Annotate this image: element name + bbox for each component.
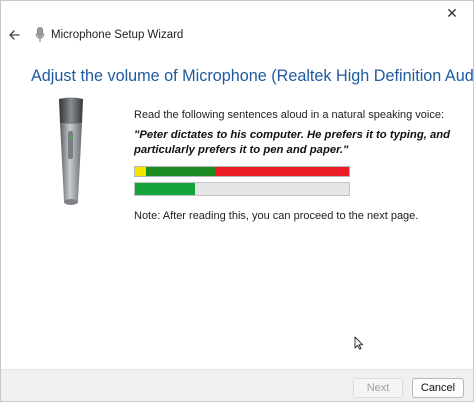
meter-zone-low	[135, 167, 146, 176]
back-button[interactable]	[7, 28, 21, 42]
meter-zone-ok	[145, 167, 217, 176]
volume-meter	[134, 166, 350, 177]
close-icon: ✕	[446, 4, 458, 21]
cancel-button[interactable]: Cancel	[412, 378, 464, 398]
instructions-text: Read the following sentences aloud in a …	[134, 109, 445, 121]
reading-sentence: "Peter dictates to his computer. He pref…	[134, 129, 451, 156]
close-button[interactable]: ✕	[441, 5, 463, 21]
microphone-icon	[35, 27, 45, 43]
reading-progress-fill	[135, 183, 195, 195]
meter-zone-high	[216, 167, 349, 176]
wizard-footer: Next Cancel	[1, 369, 473, 401]
back-arrow-icon	[9, 30, 20, 40]
window-title: Microphone Setup Wizard	[51, 29, 184, 41]
page-heading: Adjust the volume of Microphone (Realtek…	[31, 67, 474, 85]
microphone-illustration	[59, 97, 83, 205]
note-text: Note: After reading this, you can procee…	[134, 210, 419, 222]
next-button[interactable]: Next	[353, 378, 403, 398]
mouse-cursor-icon	[354, 336, 364, 350]
reading-progress-bar	[134, 182, 350, 196]
wizard-window: ✕ Microphone Setup Wizard Adjust the vol…	[0, 0, 474, 402]
title-bar: Microphone Setup Wizard	[1, 23, 473, 47]
